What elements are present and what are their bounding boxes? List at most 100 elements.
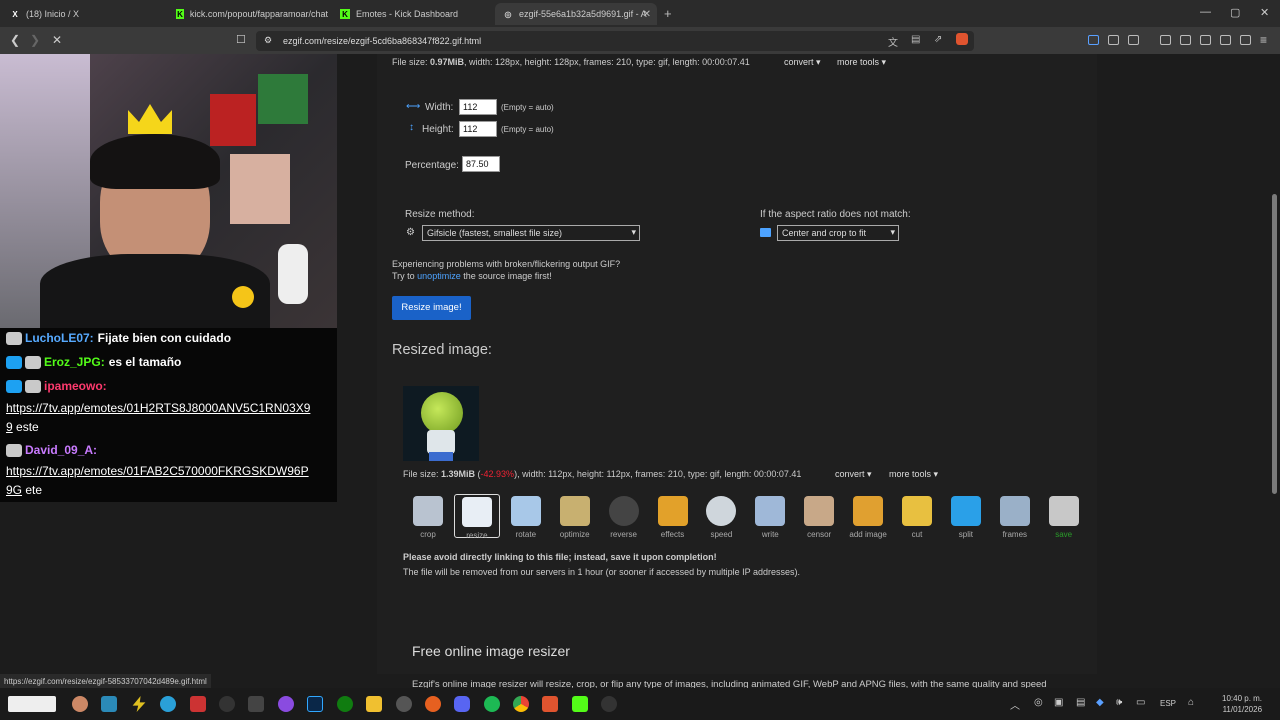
stop-icon[interactable]: ✕ (52, 33, 62, 47)
firefox-icon[interactable] (425, 696, 441, 712)
percentage-input[interactable]: 87.50 (462, 156, 500, 172)
tray-icon[interactable]: ▤ (1076, 697, 1085, 708)
more-tools-menu[interactable]: more tools ▾ (889, 469, 938, 480)
tool-write[interactable]: write (747, 494, 793, 539)
poster-decoration (210, 94, 256, 146)
leo-icon[interactable] (1240, 35, 1251, 45)
extension-icon[interactable] (1108, 35, 1119, 45)
tab-kick-emotes[interactable]: K Emotes - Kick Dashboard (332, 3, 492, 25)
bookmark-icon[interactable]: ☐ (236, 33, 246, 46)
network-icon[interactable]: ⌂ (1188, 697, 1194, 708)
photoshop-icon[interactable] (307, 696, 323, 712)
tool-frames[interactable]: frames (992, 494, 1038, 539)
kick-icon: K (176, 9, 184, 19)
download-icon[interactable] (1160, 35, 1171, 45)
chat-link[interactable]: 9G (6, 483, 22, 497)
scrollbar-thumb[interactable] (1272, 194, 1277, 494)
width-input[interactable]: 112 (459, 99, 497, 115)
more-tools-menu[interactable]: more tools ▾ (837, 57, 886, 68)
volume-icon[interactable]: 🕪 (1116, 697, 1122, 708)
steam-icon[interactable] (396, 696, 412, 712)
tab-label: kick.com/popout/fapparamoar/chat (189, 9, 328, 19)
site-info-icon[interactable]: ⚙ (264, 35, 272, 46)
tool-rotate[interactable]: rotate (503, 494, 549, 539)
width-label: Width: (425, 102, 454, 113)
language-indicator[interactable]: ESP (1160, 699, 1176, 708)
sidebar-icon[interactable] (1200, 35, 1211, 45)
tray-icon[interactable]: ▣ (1054, 697, 1063, 708)
tab-ezgif[interactable]: ◎ ezgif-55e6a1b32a5d9691.gif - A ✕ (495, 3, 657, 25)
tool-save[interactable]: save (1041, 494, 1087, 539)
height-input[interactable]: 112 (459, 121, 497, 137)
app-icon[interactable] (278, 696, 294, 712)
kick-icon[interactable] (572, 696, 588, 712)
tab-x[interactable]: X (18) Inicio / X (2, 3, 162, 25)
tool-resize[interactable]: resize (453, 494, 500, 540)
app-icon[interactable] (248, 696, 264, 712)
app-icon[interactable] (72, 696, 88, 712)
aspect-select[interactable]: Center and crop to fit (777, 225, 899, 241)
app-icon[interactable] (101, 696, 117, 712)
resize-method-select[interactable]: Gifsicle (fastest, smallest file size) (422, 225, 640, 241)
scrollbar[interactable] (1269, 54, 1280, 676)
audio-icon[interactable] (1088, 35, 1099, 45)
brave-shield-icon[interactable] (956, 33, 968, 45)
share-icon[interactable]: ⇗ (934, 34, 942, 45)
app-icon[interactable] (190, 696, 206, 712)
wallet-icon[interactable] (1220, 35, 1231, 45)
tool-reverse[interactable]: reverse (601, 494, 647, 539)
brave-icon[interactable] (542, 696, 558, 712)
minimize-icon[interactable]: — (1200, 6, 1211, 18)
effects-icon (657, 496, 688, 526)
xbox-icon[interactable] (337, 696, 353, 712)
discord-icon[interactable] (454, 696, 470, 712)
maximize-icon[interactable]: ▢ (1230, 6, 1240, 19)
close-window-icon[interactable]: ✕ (1260, 6, 1269, 19)
spotify-icon[interactable] (484, 696, 500, 712)
chevron-up-icon[interactable]: ︿ (1010, 697, 1020, 712)
tool-label: optimize (559, 530, 590, 539)
folder-icon[interactable] (366, 696, 382, 712)
battery-icon[interactable]: ▭ (1136, 697, 1145, 708)
screenshot-icon[interactable] (1128, 35, 1139, 45)
cut-icon (902, 496, 932, 526)
chat-link[interactable]: https://7tv.app/emotes/01FAB2C570000FKRG… (6, 464, 309, 478)
tool-effects[interactable]: effects (650, 494, 696, 539)
clock[interactable]: 10:40 p. m. 11/01/2026 (1222, 693, 1262, 715)
tool-censor[interactable]: censor (796, 494, 842, 539)
tool-add-image[interactable]: add image (845, 494, 891, 539)
unoptimize-link[interactable]: unoptimize (417, 271, 461, 281)
app-icon[interactable] (219, 696, 235, 712)
start-icon[interactable] (8, 696, 56, 712)
resize-image-button[interactable]: Resize image! (392, 296, 471, 320)
tool-cut[interactable]: cut (894, 494, 940, 539)
convert-menu[interactable]: convert ▾ (835, 469, 872, 480)
chrome-icon[interactable] (513, 696, 529, 712)
app-icon[interactable] (601, 696, 617, 712)
tool-split[interactable]: split (943, 494, 989, 539)
close-tab-icon[interactable]: ✕ (643, 9, 651, 20)
address-bar[interactable]: ⚙ ezgif.com/resize/ezgif-5cd6ba868347f82… (256, 31, 974, 51)
chat-link[interactable]: 9 (6, 420, 13, 434)
tray-icon[interactable]: ◆ (1096, 697, 1104, 708)
tray-icon[interactable]: ◎ (1034, 697, 1043, 708)
tab-kick-chat[interactable]: K kick.com/popout/fapparamoar/chat (168, 3, 328, 25)
tool-optimize[interactable]: optimize (552, 494, 598, 539)
edge-icon[interactable] (160, 696, 176, 712)
convert-menu[interactable]: convert ▾ (784, 57, 821, 68)
new-tab-icon[interactable]: + (664, 6, 672, 21)
content-panel (377, 54, 1097, 674)
lightning-icon[interactable] (132, 696, 146, 712)
forward-icon[interactable]: ❯ (30, 33, 40, 47)
reader-icon[interactable]: ▤ (911, 34, 920, 45)
menu-icon[interactable]: ≡ (1260, 33, 1267, 47)
chat-text: es el tamaño (108, 355, 182, 369)
translate-icon[interactable]: 文 (888, 34, 898, 49)
hint-text: (Empty = auto) (501, 103, 554, 112)
back-icon[interactable]: ❮ (10, 33, 20, 47)
music-icon[interactable] (1180, 35, 1191, 45)
tool-crop[interactable]: crop (405, 494, 451, 539)
chat-link[interactable]: https://7tv.app/emotes/01H2RTS8J8000ANV5… (6, 401, 310, 415)
tool-speed[interactable]: speed (698, 494, 744, 539)
nav-bar: ❮ ❯ ✕ ☐ ⚙ ezgif.com/resize/ezgif-5cd6ba8… (0, 27, 1280, 54)
